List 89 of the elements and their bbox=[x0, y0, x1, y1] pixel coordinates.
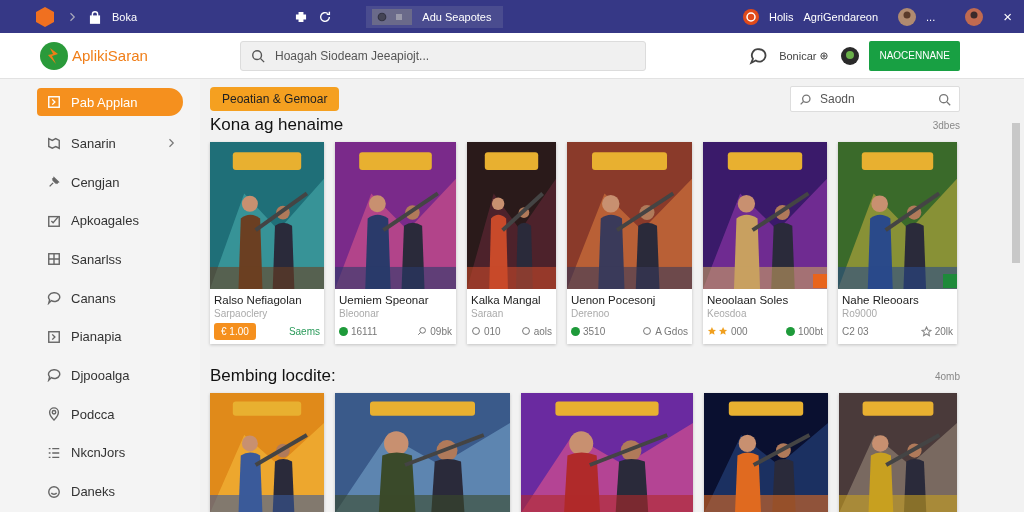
sidebar-item[interactable]: Cengjan bbox=[37, 162, 183, 202]
game-subtitle: Keosdoa bbox=[707, 308, 748, 319]
grid-icon bbox=[47, 252, 61, 267]
search-field[interactable]: Hoagah Siodeam Jeeapiojt... bbox=[273, 47, 635, 64]
game-title: Uemiem Speonar bbox=[339, 294, 430, 306]
account-org: AgriGendareon bbox=[803, 10, 879, 23]
card-meta: 3510 bbox=[583, 325, 606, 337]
card-meta: 09bk bbox=[430, 325, 452, 337]
card-meta: 16111 bbox=[351, 325, 378, 337]
search-field[interactable]: Saodn bbox=[818, 91, 932, 107]
status-dot-icon bbox=[785, 326, 795, 336]
game-subtitle: Sarpaoclery bbox=[214, 308, 269, 319]
more-menu[interactable]: ... bbox=[926, 10, 936, 23]
close-button[interactable]: × bbox=[1003, 8, 1012, 25]
ring-icon bbox=[642, 326, 653, 336]
sidebar-item[interactable]: Podcca bbox=[37, 394, 183, 434]
game-subtitle: Bleoonar bbox=[339, 308, 381, 319]
logo-icon[interactable] bbox=[40, 41, 68, 70]
add-circle-icon bbox=[819, 50, 830, 61]
puzzle-icon bbox=[294, 9, 309, 24]
status-dot-icon bbox=[339, 326, 348, 336]
refresh-icon bbox=[318, 9, 333, 24]
square-icon bbox=[396, 13, 403, 20]
game-title: Ralso Nefiagolan bbox=[214, 294, 303, 306]
game-subtitle: Ro9000 bbox=[842, 308, 879, 319]
game-card[interactable]: Nahe Rleooars Ro9000 C2 03 20lk bbox=[838, 142, 957, 344]
status-dot-icon bbox=[571, 326, 580, 336]
card-meta: 000 bbox=[731, 325, 748, 337]
search-field[interactable]: Saodn bbox=[790, 86, 960, 112]
sidebar-item[interactable]: Canans bbox=[37, 278, 183, 318]
card-meta: aols bbox=[533, 325, 552, 337]
search-field[interactable]: Hoagah Siodeam Jeeapiojt... bbox=[240, 40, 646, 71]
price-badge: € 1.00 bbox=[214, 322, 256, 340]
game-card[interactable]: Uenon Pocesonj Derenoo 3510 A Gdos bbox=[567, 142, 692, 344]
search-icon bbox=[251, 48, 265, 63]
chat-bubble-icon bbox=[749, 46, 768, 65]
section-title: Kona ag henaime bbox=[210, 115, 344, 135]
sidebar-item[interactable]: Sanarin bbox=[37, 124, 183, 163]
sidebar-item[interactable]: Djpooalga bbox=[37, 356, 183, 395]
ring-icon bbox=[471, 326, 481, 336]
card-meta: A Gdos bbox=[655, 325, 688, 337]
ring-icon bbox=[520, 326, 531, 336]
card-meta: 20lk bbox=[934, 325, 953, 337]
search-icon bbox=[417, 326, 428, 336]
chat-bubble-icon bbox=[47, 291, 61, 306]
game-subtitle: Saraan bbox=[471, 308, 505, 319]
list-icon bbox=[47, 445, 61, 460]
game-card[interactable]: Uemiem Speonar Bleoonar 16111 09bk bbox=[335, 142, 456, 344]
breadcrumb-text: Boka bbox=[112, 10, 138, 23]
smiley-icon bbox=[47, 484, 61, 499]
logo-text: AplikiSaran bbox=[72, 47, 149, 64]
map-icon bbox=[47, 136, 61, 151]
game-title: Neoolaan Soles bbox=[707, 294, 790, 306]
game-subtitle: Derenoo bbox=[571, 308, 611, 319]
game-card[interactable]: Kalka Mangal Saraan 010 aols bbox=[467, 142, 556, 344]
game-card[interactable]: Neoolaan Soles Keosdoa 000 100bt bbox=[703, 142, 827, 344]
double-star-icon bbox=[707, 326, 728, 336]
avatar-icon[interactable] bbox=[841, 46, 860, 65]
square-icon bbox=[47, 329, 61, 344]
sidebar-item[interactable]: Sanarlss bbox=[37, 240, 183, 279]
sidebar-item[interactable]: Daneks bbox=[37, 472, 183, 511]
game-title: Nahe Rleooars bbox=[842, 294, 920, 306]
search-icon bbox=[799, 92, 812, 106]
card-meta: C2 03 bbox=[842, 325, 869, 337]
game-title: Kalka Mangal bbox=[471, 294, 542, 306]
sidebar-item[interactable]: NkcnJors bbox=[37, 433, 183, 473]
card-meta: Saems bbox=[288, 325, 320, 337]
checkbox-icon bbox=[47, 213, 61, 228]
account-name: Holis bbox=[769, 10, 794, 23]
chat-bubble-icon bbox=[47, 368, 61, 383]
star-outline-icon bbox=[920, 325, 932, 337]
user-label[interactable]: Bonicar bbox=[779, 49, 817, 62]
game-card[interactable]: Ralso Nefiagolan Sarpaoclery € 1.00 Saems bbox=[210, 142, 324, 344]
tab-icon bbox=[376, 10, 389, 23]
sidebar-item[interactable]: Pianapia bbox=[37, 317, 183, 357]
section-title: Bembing locdite: bbox=[210, 366, 336, 386]
app-icon[interactable] bbox=[743, 8, 759, 25]
sidebar-item[interactable]: Apkoagales bbox=[37, 201, 183, 241]
browser-tab[interactable]: Adu Seapotes bbox=[366, 5, 504, 28]
filter-chip[interactable]: Peoatian & Gemoar bbox=[210, 87, 340, 111]
scrollbar-thumb[interactable] bbox=[1012, 123, 1020, 263]
location-pin-icon bbox=[47, 407, 61, 422]
card-meta: 010 bbox=[484, 325, 501, 337]
game-title: Uenon Pocesonj bbox=[571, 294, 657, 306]
search-icon bbox=[938, 92, 951, 106]
lock-icon bbox=[88, 9, 102, 24]
logo-icon[interactable] bbox=[34, 5, 56, 28]
square-icon bbox=[47, 95, 61, 109]
card-meta: 100bt bbox=[797, 325, 823, 337]
